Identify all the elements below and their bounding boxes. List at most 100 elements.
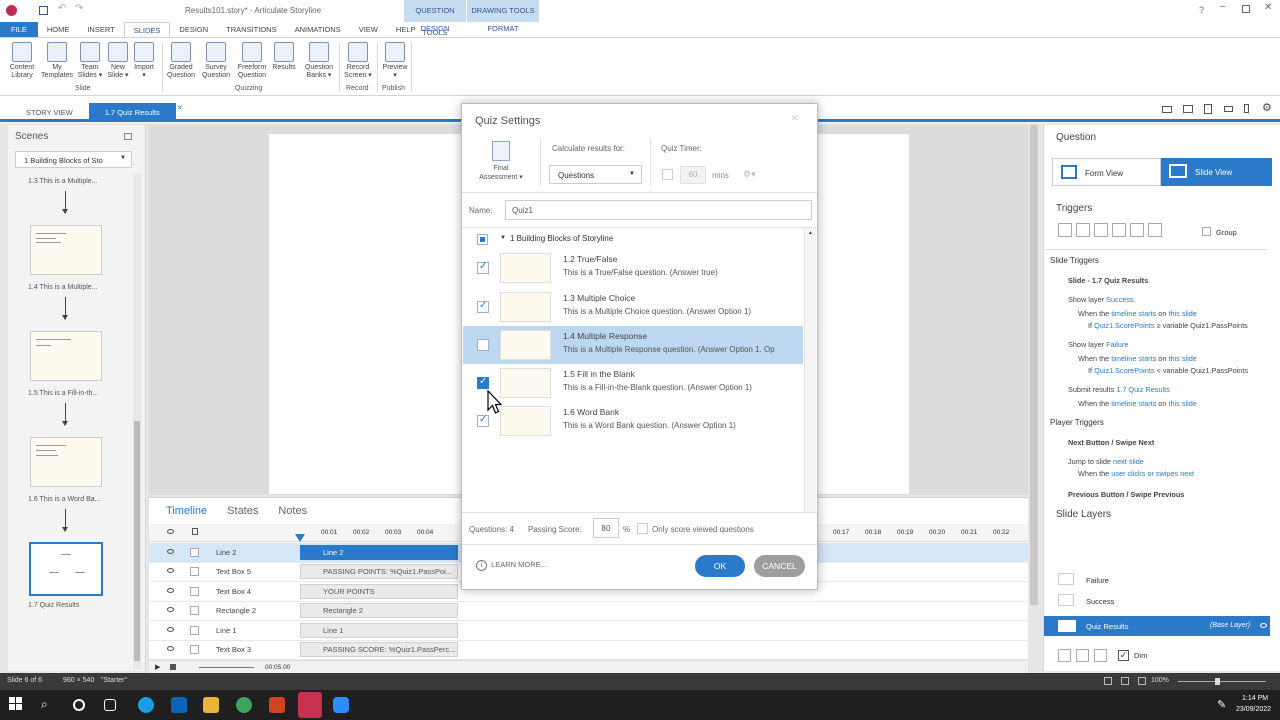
trigger-item[interactable]: Show layer Success <box>1068 295 1134 304</box>
tab-slides[interactable]: SLIDES <box>123 22 171 37</box>
final-assessment-button[interactable]: Final Assessment ▾ <box>475 141 527 182</box>
import-button[interactable]: Import ▾ <box>126 42 162 80</box>
lock-checkbox[interactable] <box>190 548 199 557</box>
content-library-button[interactable]: Content Library <box>4 42 40 80</box>
tab-home[interactable]: HOME <box>38 22 79 37</box>
tab-design[interactable]: DESIGN <box>170 22 217 37</box>
phone-portrait-icon[interactable] <box>1244 104 1249 113</box>
question-list-scrollbar[interactable]: ▲ <box>804 228 816 512</box>
zoom-slider-thumb[interactable] <box>1215 678 1220 685</box>
slide-thumbnail-selected[interactable] <box>29 542 103 596</box>
tab-timeline[interactable]: Timeline <box>166 505 207 517</box>
eye-icon[interactable] <box>167 646 174 651</box>
close-tab-icon[interactable]: ✕ <box>177 104 183 112</box>
slide-caption[interactable]: 1.3 This is a Multiple... <box>28 178 98 185</box>
slide-thumbnail[interactable] <box>30 225 102 275</box>
question-checkbox[interactable] <box>477 339 489 351</box>
dim-checkbox[interactable]: ✓ <box>1118 650 1129 661</box>
tab-quiz-results[interactable]: 1.7 Quiz Results <box>88 103 176 122</box>
timeline-row[interactable]: Line 1 Line 1 <box>149 621 1028 641</box>
dialog-close-icon[interactable]: ✕ <box>791 113 799 124</box>
slide-caption[interactable]: 1.7 Quiz Results <box>28 602 79 609</box>
question-row[interactable]: ✓ 1.6 Word Bank This is a Word Bank ques… <box>463 402 803 440</box>
timeline-zoom-slider[interactable] <box>199 667 254 668</box>
chrome-icon[interactable] <box>236 697 252 713</box>
zoom-fit-icon[interactable] <box>1138 677 1146 685</box>
eye-icon[interactable] <box>167 568 174 573</box>
task-view-icon[interactable] <box>104 699 116 711</box>
timeline-bar[interactable]: PASSING POINTS: %Quiz1.PassPoi... <box>300 564 458 579</box>
copy-trigger-icon[interactable] <box>1094 223 1108 237</box>
cancel-button[interactable]: CANCEL <box>754 555 805 577</box>
name-input[interactable] <box>505 200 812 220</box>
record-screen-button[interactable]: Record Screen ▾ <box>340 42 376 80</box>
freeform-question-button[interactable]: Freeform Question <box>234 42 270 80</box>
scene-dropdown[interactable]: 1 Building Blocks of Sto ▼ <box>15 151 132 168</box>
scrollbar-thumb[interactable] <box>1030 125 1038 605</box>
tab-view[interactable]: VIEW <box>350 22 387 37</box>
undo-icon[interactable]: ↶ <box>58 3 66 14</box>
question-checkbox[interactable]: ✓ <box>477 414 489 427</box>
learn-more-link[interactable]: i LEARN MORE... <box>476 560 547 571</box>
tab-animations[interactable]: ANIMATIONS <box>286 22 350 37</box>
timeline-bar[interactable]: PASSING SCORE: %Quiz1.PassPerc... <box>300 642 458 657</box>
results-button[interactable]: Results <box>266 42 302 72</box>
slide-trigger-group[interactable]: Slide - 1.7 Quiz Results <box>1068 276 1148 285</box>
redo-icon[interactable]: ↷ <box>75 3 83 14</box>
scroll-up-icon[interactable]: ▲ <box>808 230 813 236</box>
reorder-trigger-icon[interactable] <box>1148 223 1162 237</box>
question-checkbox[interactable]: ✓ <box>477 261 489 274</box>
preview-button[interactable]: Preview ▾ <box>377 42 413 80</box>
timeline-bar[interactable]: YOUR POINTS <box>300 584 458 599</box>
next-button-trigger[interactable]: Next Button / Swipe Next <box>1068 438 1154 447</box>
tab-file[interactable]: FILE <box>0 22 38 37</box>
zoom-app-icon[interactable] <box>333 697 349 713</box>
only-viewed-checkbox[interactable] <box>637 523 648 534</box>
lock-checkbox[interactable] <box>190 606 199 615</box>
eye-icon[interactable] <box>167 588 174 593</box>
timeline-bar[interactable]: Line 2 <box>300 545 458 560</box>
canvas-scrollbar[interactable] <box>1028 125 1040 605</box>
question-checkbox[interactable]: ✓ <box>477 376 489 389</box>
zoom-slider[interactable] <box>1178 681 1266 682</box>
help-icon[interactable]: ? <box>1199 5 1204 15</box>
minimize-icon[interactable]: – <box>1220 1 1226 12</box>
stop-icon[interactable] <box>170 664 176 670</box>
timeline-bar[interactable]: Rectangle 2 <box>300 603 458 618</box>
survey-question-button[interactable]: Survey Question <box>198 42 234 80</box>
slide-thumbnail[interactable] <box>30 331 102 381</box>
tab-insert[interactable]: INSERT <box>78 22 123 37</box>
trigger-item[interactable]: Jump to slide next slide <box>1068 457 1144 466</box>
timer-settings-icon[interactable]: ⚙▾ <box>743 169 756 180</box>
edge-icon[interactable] <box>138 697 154 713</box>
calculate-dropdown[interactable]: Questions ▼ <box>549 165 642 184</box>
play-icon[interactable]: ▶ <box>155 663 160 671</box>
question-banks-button[interactable]: Question Banks ▾ <box>301 42 337 80</box>
cortana-icon[interactable] <box>73 699 85 711</box>
desktop-preview-icon[interactable] <box>1162 106 1172 113</box>
timeline-bar[interactable]: Line 1 <box>300 623 458 638</box>
graded-question-button[interactable]: Graded Question <box>163 42 199 80</box>
slide-view-button[interactable]: Slide View <box>1161 158 1272 186</box>
grid-icon[interactable] <box>1121 677 1129 685</box>
tab-story-view[interactable]: STORY VIEW <box>10 103 89 122</box>
previous-button-trigger[interactable]: Previous Button / Swipe Previous <box>1068 490 1184 499</box>
scene-row[interactable]: ▼ 1 Building Blocks of Storyline <box>462 231 802 249</box>
pen-icon[interactable]: ✎ <box>1217 698 1226 711</box>
ok-button[interactable]: OK <box>695 555 745 577</box>
eye-icon[interactable] <box>167 607 174 612</box>
windows-start-icon[interactable] <box>9 697 25 713</box>
storyline-icon[interactable] <box>298 692 322 718</box>
search-icon[interactable]: ⌕ <box>41 697 57 713</box>
save-icon[interactable] <box>39 6 48 15</box>
layer-item[interactable]: Success <box>1044 592 1280 612</box>
expand-icon[interactable]: ▼ <box>500 235 506 241</box>
trigger-item[interactable]: Submit results 1.7 Quiz Results <box>1068 385 1170 394</box>
maximize-icon[interactable] <box>1242 5 1250 13</box>
delete-trigger-icon[interactable] <box>1130 223 1144 237</box>
lock-checkbox[interactable] <box>190 645 199 654</box>
scene-scrollbar[interactable] <box>133 173 141 669</box>
close-icon[interactable]: ✕ <box>1264 2 1272 13</box>
scrollbar-thumb[interactable] <box>134 421 140 661</box>
tab-notes[interactable]: Notes <box>278 505 307 517</box>
